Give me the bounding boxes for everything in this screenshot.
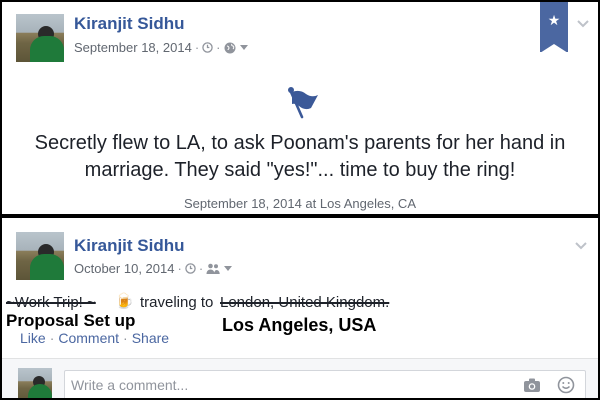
- comment-link[interactable]: Comment: [58, 330, 119, 346]
- author-name[interactable]: Kiranjit Sidhu: [74, 236, 185, 256]
- post-actions: Like · Comment · Share: [20, 330, 170, 346]
- star-icon: ★: [547, 12, 561, 28]
- post-meta: October 10, 2014 · ·: [74, 261, 233, 276]
- audience-caret-icon[interactable]: [239, 45, 248, 50]
- globe-icon[interactable]: [224, 42, 236, 54]
- avatar[interactable]: [16, 232, 64, 280]
- clock-icon: [202, 42, 213, 53]
- beer-emoji-icon: 🍺: [115, 293, 134, 310]
- post-date[interactable]: September 18, 2014: [74, 40, 192, 55]
- struck-location[interactable]: London, United Kingdom.: [220, 294, 389, 311]
- post-date[interactable]: October 10, 2014: [74, 261, 174, 276]
- handwritten-location: Los Angeles, USA: [222, 315, 377, 335]
- struck-activity: ~Work Trip! ~: [6, 294, 96, 311]
- comment-box: [64, 370, 586, 398]
- life-event-text: Secretly flew to LA, to ask Poonam's par…: [34, 132, 566, 181]
- flag-icon: [288, 87, 318, 119]
- handwritten-activity: Proposal Set up: [6, 311, 136, 330]
- avatar[interactable]: [16, 14, 64, 62]
- emoji-icon[interactable]: [557, 376, 575, 394]
- audience-caret-icon[interactable]: [224, 266, 233, 271]
- life-event-post: Kiranjit Sidhu September 18, 2014 · · ★ …: [2, 2, 598, 214]
- life-event-date-location[interactable]: September 18, 2014 at Los Angeles, CA: [12, 196, 588, 211]
- camera-icon[interactable]: [523, 377, 541, 393]
- comment-input[interactable]: [71, 377, 491, 393]
- screenshot-frame: Kiranjit Sidhu September 18, 2014 · · ★ …: [2, 2, 598, 398]
- post-meta: September 18, 2014 · ·: [74, 40, 248, 55]
- commenter-avatar[interactable]: [18, 368, 52, 398]
- highlighted-post-bookmark: ★: [540, 2, 568, 53]
- chevron-down-icon[interactable]: [576, 16, 590, 30]
- chevron-down-icon[interactable]: [574, 238, 588, 252]
- clock-icon: [185, 263, 196, 274]
- share-link[interactable]: Share: [132, 330, 169, 346]
- friends-icon[interactable]: [206, 263, 220, 274]
- like-link[interactable]: Like: [20, 330, 46, 346]
- author-name[interactable]: Kiranjit Sidhu: [74, 14, 185, 34]
- activity-verb: traveling to: [140, 294, 214, 311]
